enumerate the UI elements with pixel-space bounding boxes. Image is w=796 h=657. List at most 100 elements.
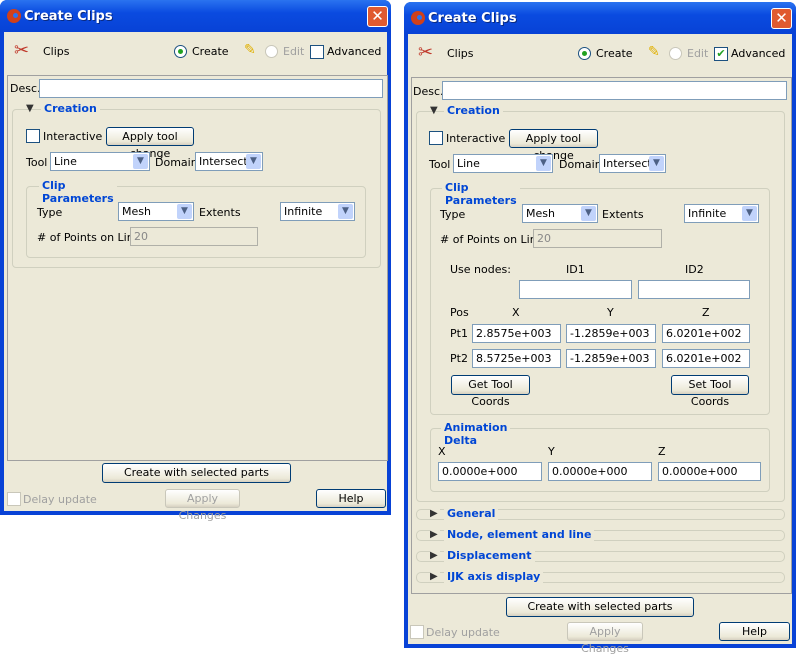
scissors-icon: ✂ xyxy=(14,40,30,61)
points-label: # of Points on Line xyxy=(440,233,544,246)
title-bar[interactable]: Create Clips ✕ xyxy=(0,0,391,32)
pt2-z-input[interactable]: 6.0201e+002 xyxy=(662,349,750,368)
type-select[interactable]: Mesh ▼ xyxy=(522,204,598,223)
clips-label: Clips xyxy=(43,45,70,58)
desc-input[interactable] xyxy=(39,79,383,98)
window-title: Create Clips xyxy=(24,9,113,24)
create-radio-label: Create xyxy=(596,47,633,60)
app-logo-icon xyxy=(411,11,425,25)
domain-select[interactable]: Intersect ▼ xyxy=(195,152,263,171)
tool-select[interactable]: Line ▼ xyxy=(50,152,150,171)
points-input[interactable]: 20 xyxy=(130,227,258,246)
anim-x-input[interactable]: 0.0000e+000 xyxy=(438,462,542,481)
interactive-checkbox[interactable] xyxy=(26,129,40,143)
advanced-checkbox[interactable]: ✔ xyxy=(714,47,728,61)
expand-triangle-icon[interactable]: ▶ xyxy=(430,550,440,561)
anim-x-label: X xyxy=(438,445,446,458)
extents-select[interactable]: Infinite ▼ xyxy=(684,204,759,223)
delay-update-checkbox[interactable] xyxy=(410,625,424,639)
edit-radio-label: Edit xyxy=(687,47,709,60)
creation-title[interactable]: Creation xyxy=(444,104,503,117)
delay-update-label: Delay update xyxy=(426,626,500,639)
tool-label: Tool xyxy=(429,158,451,171)
pt2-x-input[interactable]: 8.5725e+003 xyxy=(472,349,561,368)
domain-value: Intersect xyxy=(199,155,248,168)
pos-x-header: X xyxy=(512,306,520,319)
type-select[interactable]: Mesh ▼ xyxy=(118,202,194,221)
advanced-label: Advanced xyxy=(327,45,382,58)
apply-tool-change-button[interactable]: Apply tool change xyxy=(106,127,194,160)
get-tool-coords-button[interactable]: Get Tool Coords xyxy=(451,375,530,408)
expand-triangle-icon[interactable]: ▼ xyxy=(430,105,438,116)
section-label[interactable]: General xyxy=(444,507,499,520)
set-tool-coords-button[interactable]: Set Tool Coords xyxy=(671,375,749,408)
chevron-down-icon: ▼ xyxy=(649,156,664,171)
close-button[interactable]: ✕ xyxy=(367,6,388,27)
pos-z-header: Z xyxy=(702,306,710,319)
domain-label: Domain xyxy=(155,156,198,169)
scissors-icon: ✂ xyxy=(418,42,434,63)
id2-input[interactable] xyxy=(638,280,750,299)
expand-triangle-icon[interactable]: ▶ xyxy=(430,571,440,582)
advanced-checkbox[interactable] xyxy=(310,45,324,59)
chevron-down-icon: ▼ xyxy=(338,204,353,219)
pt1-z-input[interactable]: 6.0201e+002 xyxy=(662,324,750,343)
interactive-checkbox[interactable] xyxy=(429,131,443,145)
points-label: # of Points on Line xyxy=(37,231,141,244)
anim-z-input[interactable]: 0.0000e+000 xyxy=(658,462,761,481)
tool-value: Line xyxy=(54,155,77,168)
advanced-label: Advanced xyxy=(731,47,786,60)
expand-triangle-icon[interactable]: ▶ xyxy=(430,529,440,540)
anim-z-label: Z xyxy=(658,445,666,458)
apply-changes-button[interactable]: Apply Changes xyxy=(165,489,240,522)
pt1-y-input[interactable]: -1.2859e+003 xyxy=(566,324,656,343)
close-button[interactable]: ✕ xyxy=(771,8,792,29)
type-label: Type xyxy=(440,208,466,221)
creation-title[interactable]: Creation xyxy=(41,102,100,115)
type-value: Mesh xyxy=(122,205,151,218)
pt1-x-input[interactable]: 2.8575e+003 xyxy=(472,324,561,343)
pt2-y-input[interactable]: -1.2859e+003 xyxy=(566,349,656,368)
chevron-down-icon: ▼ xyxy=(536,156,551,171)
anim-y-label: Y xyxy=(548,445,555,458)
delay-update-checkbox[interactable] xyxy=(7,492,21,506)
extents-value: Infinite xyxy=(284,205,323,218)
edit-radio[interactable] xyxy=(265,45,278,58)
create-with-selected-parts-button[interactable]: Create with selected parts xyxy=(506,597,694,617)
extents-select[interactable]: Infinite ▼ xyxy=(280,202,355,221)
create-clips-window-basic: Create Clips ✕ ✂ Clips Create ✎ Edit Adv… xyxy=(0,0,391,522)
apply-tool-change-button[interactable]: Apply tool change xyxy=(509,129,598,162)
id1-input[interactable] xyxy=(519,280,632,299)
title-bar[interactable]: Create Clips ✕ xyxy=(404,2,796,34)
type-value: Mesh xyxy=(526,207,555,220)
points-input[interactable]: 20 xyxy=(533,229,662,248)
help-button[interactable]: Help xyxy=(316,489,386,508)
anim-y-input[interactable]: 0.0000e+000 xyxy=(548,462,652,481)
expand-triangle-icon[interactable]: ▶ xyxy=(430,508,440,519)
edit-radio[interactable] xyxy=(669,47,682,60)
extents-value: Infinite xyxy=(688,207,727,220)
interactive-label: Interactive xyxy=(43,130,103,143)
create-with-selected-parts-button[interactable]: Create with selected parts xyxy=(102,463,291,483)
pos-label: Pos xyxy=(450,306,469,319)
chevron-down-icon: ▼ xyxy=(581,206,596,221)
domain-select[interactable]: Intersect ▼ xyxy=(599,154,666,173)
section-label[interactable]: Displacement xyxy=(444,549,535,562)
section-label[interactable]: Node, element and line xyxy=(444,528,595,541)
apply-changes-button[interactable]: Apply Changes xyxy=(567,622,643,655)
pt2-label: Pt2 xyxy=(450,352,468,365)
type-label: Type xyxy=(37,206,63,219)
edit-radio-label: Edit xyxy=(283,45,305,58)
tool-select[interactable]: Line ▼ xyxy=(453,154,553,173)
interactive-label: Interactive xyxy=(446,132,506,145)
chevron-down-icon: ▼ xyxy=(246,154,261,169)
create-radio[interactable] xyxy=(174,45,187,58)
help-button[interactable]: Help xyxy=(719,622,790,641)
section-label[interactable]: IJK axis display xyxy=(444,570,544,583)
create-radio[interactable] xyxy=(578,47,591,60)
pencil-icon: ✎ xyxy=(244,42,256,58)
tool-label: Tool xyxy=(26,156,48,169)
expand-triangle-icon[interactable]: ▼ xyxy=(26,103,34,114)
clips-label: Clips xyxy=(447,47,474,60)
desc-input[interactable] xyxy=(442,81,787,100)
